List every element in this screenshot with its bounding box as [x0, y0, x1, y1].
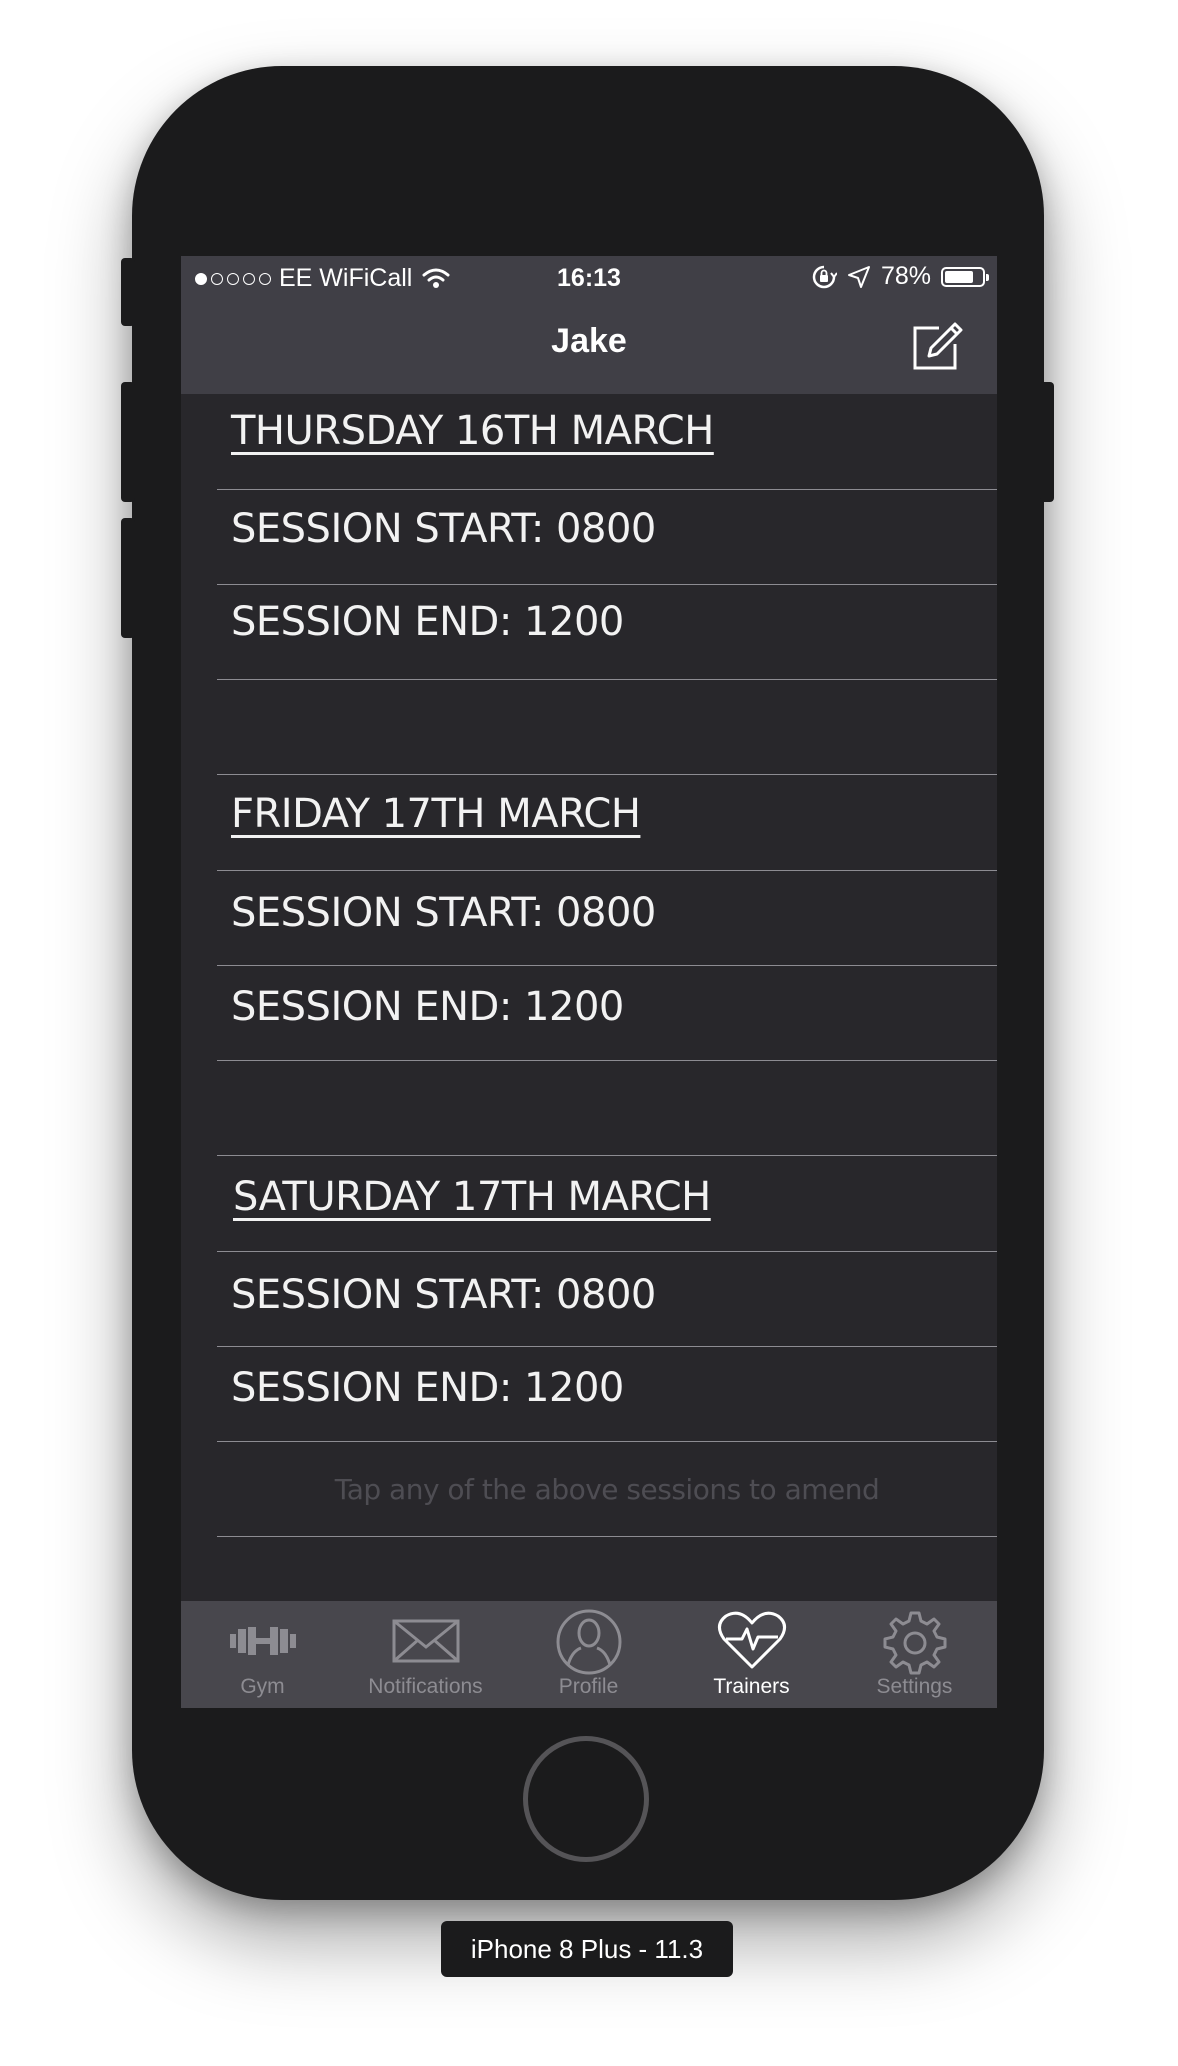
volume-up-button [121, 382, 135, 502]
tab-label: Trainers [713, 1675, 790, 1698]
simulator-label: iPhone 8 Plus - 11.3 [441, 1921, 733, 1977]
session-end-row[interactable]: SESSION END: 1200 [217, 585, 997, 680]
session-start-row[interactable]: SESSION START: 0800 [217, 871, 997, 966]
amend-hint: Tap any of the above sessions to amend [334, 1473, 880, 1506]
session-end-row[interactable]: SESSION END: 1200 [217, 1347, 997, 1442]
tab-settings[interactable]: Settings [833, 1601, 996, 1708]
location-icon [847, 265, 870, 288]
envelope-icon [392, 1619, 459, 1663]
dumbbell-icon [229, 1627, 296, 1655]
home-button[interactable] [523, 1736, 649, 1862]
spacer-row [217, 680, 997, 775]
tab-label: Notifications [368, 1675, 483, 1698]
day-header: SATURDAY 17TH MARCH [217, 1156, 997, 1252]
day-header: THURSDAY 16TH MARCH [217, 394, 997, 490]
session-start-row[interactable]: SESSION START: 0800 [217, 490, 997, 585]
tab-trainers[interactable]: Trainers [670, 1601, 833, 1708]
tab-notifications[interactable]: Notifications [344, 1601, 507, 1708]
tab-bar: Gym Notifications Profile Trainers Setti… [181, 1601, 997, 1708]
day-date: SATURDAY 17TH MARCH [233, 1174, 711, 1220]
session-start-label: SESSION START: 0800 [231, 506, 656, 552]
session-start-label: SESSION START: 0800 [231, 890, 656, 936]
status-bar: EE WiFiCall 16:13 78% [181, 256, 997, 300]
day-date: THURSDAY 16TH MARCH [231, 408, 714, 454]
app-screen: EE WiFiCall 16:13 78% Jake THURSDAY 16TH… [181, 256, 997, 1708]
session-start-label: SESSION START: 0800 [231, 1272, 656, 1318]
tab-label: Settings [876, 1675, 953, 1698]
hint-row: Tap any of the above sessions to amend [217, 1442, 997, 1537]
gear-icon [883, 1611, 946, 1675]
battery-icon [941, 266, 989, 287]
orientation-lock-icon [812, 265, 837, 288]
compose-icon[interactable] [911, 320, 963, 372]
day-date: FRIDAY 17TH MARCH [231, 791, 641, 837]
spacer-row [217, 1061, 997, 1156]
session-end-label: SESSION END: 1200 [231, 1365, 624, 1411]
session-end-label: SESSION END: 1200 [231, 984, 624, 1030]
tab-label: Gym [240, 1675, 285, 1698]
session-end-row[interactable]: SESSION END: 1200 [217, 966, 997, 1061]
day-header: FRIDAY 17TH MARCH [217, 775, 997, 871]
battery-percentage: 78% [880, 262, 931, 290]
mute-switch [121, 258, 135, 326]
tab-profile[interactable]: Profile [507, 1601, 670, 1708]
volume-down-button [121, 518, 135, 638]
navigation-bar: EE WiFiCall 16:13 78% Jake [181, 256, 997, 394]
tab-gym[interactable]: Gym [181, 1601, 344, 1708]
person-icon [556, 1609, 621, 1675]
session-end-label: SESSION END: 1200 [231, 599, 624, 645]
heartbeat-icon [717, 1611, 786, 1669]
power-button [1040, 382, 1054, 502]
status-right: 78% [811, 262, 989, 291]
nav-title: Jake [551, 322, 627, 360]
session-start-row[interactable]: SESSION START: 0800 [217, 1252, 997, 1347]
battery-fill [945, 270, 974, 283]
tab-label: Profile [558, 1675, 619, 1698]
